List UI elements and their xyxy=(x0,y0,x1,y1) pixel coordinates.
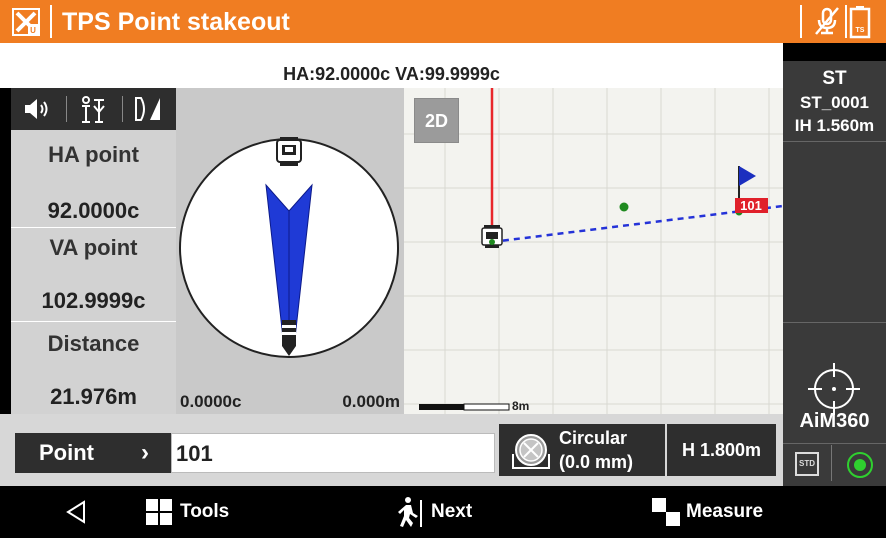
point-id-value: 101 xyxy=(176,441,213,466)
panel-divider xyxy=(783,443,886,444)
target-lock-icon[interactable] xyxy=(847,452,873,478)
tools-grid-icon xyxy=(146,499,172,525)
app-icon[interactable]: U xyxy=(12,8,40,36)
va-point-value: 102.9999c xyxy=(41,288,146,313)
tools-label: Tools xyxy=(180,501,230,522)
back-icon[interactable] xyxy=(64,500,88,524)
panel-divider xyxy=(831,445,832,481)
face-orientation-icon[interactable] xyxy=(133,94,163,124)
toolbar-divider xyxy=(122,96,123,122)
total-station-icon xyxy=(276,137,302,166)
scale-bar-label: 8m xyxy=(512,399,530,413)
station-point xyxy=(489,239,495,245)
svg-text:U: U xyxy=(30,26,36,35)
va-point-label: VA point xyxy=(49,235,138,260)
tools-button[interactable]: Tools xyxy=(145,486,255,538)
title-separator xyxy=(50,5,52,38)
view-mode-2d-button[interactable]: 2D xyxy=(414,98,459,143)
toolbar-divider xyxy=(66,96,67,122)
angle-readout-bar: HA:92.0000c VA:99.9999c xyxy=(0,61,783,88)
measured-point[interactable] xyxy=(619,202,629,212)
next-label: Next xyxy=(431,501,473,522)
station-name: ST_0001 xyxy=(800,93,869,112)
prism-type-button[interactable]: Circular (0.0 mm) xyxy=(499,424,665,476)
panel-divider xyxy=(783,141,886,142)
page-title: TPS Point stakeout xyxy=(62,8,290,36)
panel-toolbar xyxy=(11,88,176,130)
distance-value: 21.976m xyxy=(50,384,137,409)
title-separator xyxy=(845,5,847,38)
point-button-label: Point xyxy=(39,440,94,465)
target-height-button[interactable]: H 1.800m xyxy=(667,424,776,476)
instrument-height: IH 1.560m xyxy=(794,116,875,135)
prism-name: AiM360 xyxy=(799,410,870,432)
person-icon[interactable] xyxy=(77,94,107,124)
ha-point-label: HA point xyxy=(48,142,139,167)
prism-constant-label: (0.0 mm) xyxy=(559,452,634,472)
prism-button[interactable]: AiM360 xyxy=(783,323,886,443)
stakeout-info-panel: HA point 92.0000c VA point 102.9999c Dis… xyxy=(11,88,176,414)
station-info-button[interactable]: ST ST_0001 IH 1.560m xyxy=(783,61,886,141)
map-view[interactable]: 101 2D 8m xyxy=(404,88,783,414)
map-grid xyxy=(404,88,783,414)
direction-compass: 0.0000c 0.000m xyxy=(176,88,404,414)
svg-text:TS: TS xyxy=(856,27,865,34)
title-separator xyxy=(800,5,802,38)
distance-difference-value: 0.000m xyxy=(342,392,400,411)
measure-button[interactable]: Measure xyxy=(652,486,782,538)
map-canvas[interactable]: 101 xyxy=(404,88,783,414)
angle-readout: HA:92.0000c VA:99.9999c xyxy=(283,64,500,84)
measure-icon xyxy=(652,498,680,526)
top-strip xyxy=(0,43,783,61)
walking-person-icon xyxy=(398,497,422,527)
next-button[interactable]: Next xyxy=(395,486,495,538)
target-point-label: 101 xyxy=(740,198,762,213)
ha-difference-value: 0.0000c xyxy=(180,392,242,411)
measure-label: Measure xyxy=(686,501,764,522)
panel-divider xyxy=(11,321,176,322)
battery-icon[interactable]: TS xyxy=(849,5,871,39)
std-mode-icon[interactable]: STD xyxy=(795,452,819,476)
circular-prism-icon xyxy=(512,434,550,469)
station-label: ST xyxy=(822,68,847,89)
chevron-right-icon: › xyxy=(141,439,149,466)
point-id-input[interactable]: 101 xyxy=(171,433,495,473)
panel-divider xyxy=(11,227,176,228)
point-selector-button[interactable]: Point › xyxy=(15,433,171,473)
ha-point-value: 92.0000c xyxy=(47,198,140,223)
prism-type-label: Circular xyxy=(559,428,628,448)
station-panel: ST ST_0001 IH 1.560m AiM360 STD xyxy=(783,61,886,486)
compass-graphic xyxy=(179,137,399,358)
point-form: Point › 101 Circular (0.0 mm) H 1.800m xyxy=(0,414,783,486)
scale-bar xyxy=(419,403,510,411)
distance-label: Distance xyxy=(47,331,140,356)
microphone-off-icon[interactable] xyxy=(812,6,842,36)
title-bar: U TPS Point stakeout TS xyxy=(0,0,886,43)
sound-icon[interactable] xyxy=(21,94,51,124)
bottom-nav: Tools Next Measure xyxy=(0,486,886,538)
